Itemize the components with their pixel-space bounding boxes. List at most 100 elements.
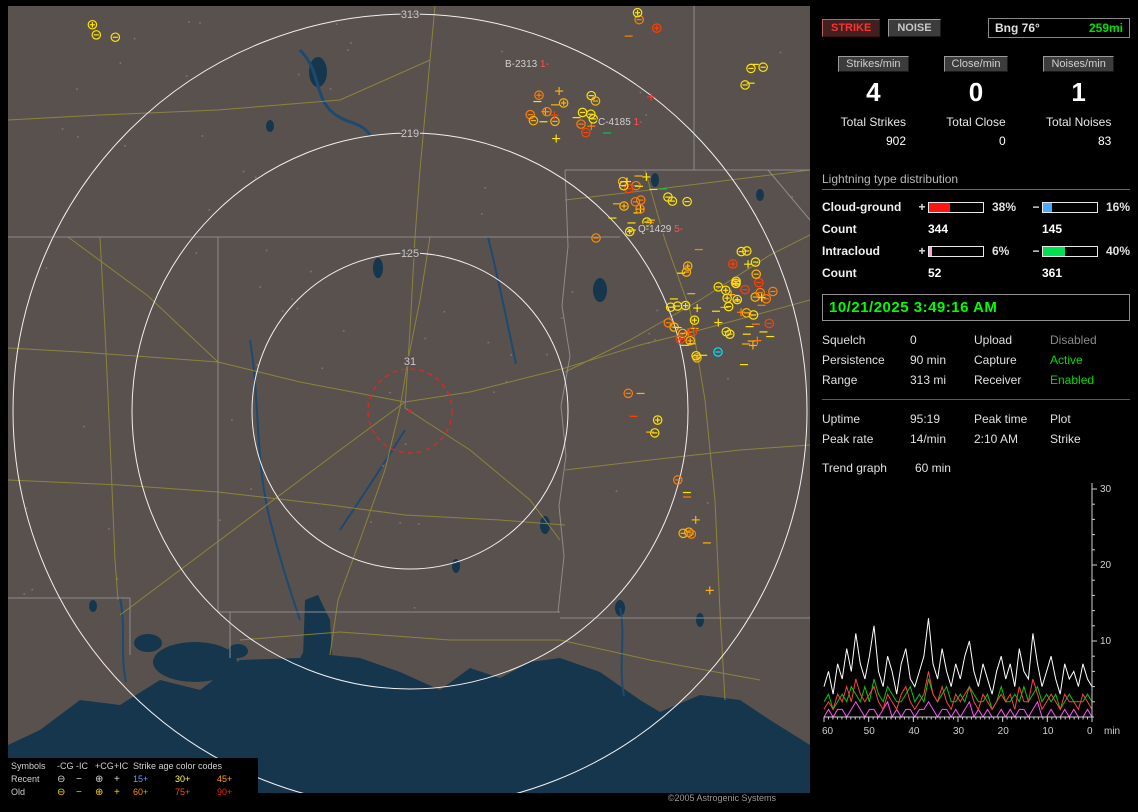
legend-age-value: 90+	[217, 787, 233, 797]
legend-symbol-glyph: ⊕	[95, 787, 104, 798]
svg-text:20: 20	[998, 726, 1010, 737]
svg-text:30: 30	[1100, 484, 1112, 495]
receiver-location-marker	[408, 409, 412, 413]
noise-toggle-button[interactable]: NOISE	[888, 19, 941, 37]
total-strikes-value: 902	[885, 134, 906, 148]
cg-plus-pct: 38%	[992, 200, 1017, 214]
legend-age-value: 75+	[175, 787, 191, 797]
storm-cell-label: C-4185 1-	[598, 117, 642, 128]
legend-age-value: 60+	[133, 787, 149, 797]
trend-graph-header: Trend graph 60 min	[822, 461, 1130, 475]
strike-legend: Symbols -CG -IC +CG +IC Strike age color code…	[8, 758, 258, 801]
distribution-table: Cloud-ground + 38% − 16% Count 344 145 I…	[822, 200, 1130, 280]
status-label: Peak time	[974, 412, 1028, 426]
status-grid: Uptime 95:19 Peak time Plot Peak rate 14…	[822, 409, 1130, 449]
status-label: Peak rate	[822, 432, 874, 446]
noises-per-min-column: Noises/min 1 Total Noises 83	[1027, 56, 1130, 148]
noises-per-min-value: 1	[1071, 77, 1086, 107]
noises-per-min-box[interactable]: Noises/min	[1043, 56, 1114, 72]
range-ring-label: 219	[401, 128, 419, 140]
legend-age-value: 45+	[217, 774, 233, 784]
cg-plus-count: 344	[928, 222, 949, 236]
trend-series-noise	[823, 700, 1093, 719]
rates-row: Strikes/min 4 Total Strikes 902 Close/mi…	[822, 56, 1130, 148]
legend-header: +CG	[95, 761, 114, 771]
ic-minus-bar	[1042, 245, 1098, 257]
distribution-title: Lightning type distribution	[822, 172, 1130, 190]
bearing-value: Bng 76°	[995, 21, 1040, 35]
copyright-text: ©2005 Astrogenic Systems	[659, 793, 784, 804]
legend-symbol-glyph: ⊕	[95, 774, 104, 785]
distance-value: 259mi	[1088, 21, 1123, 35]
legend-row-label: Old	[11, 787, 26, 797]
legend-symbol-glyph: ⊖	[57, 774, 66, 785]
status-panel: STRIKE NOISE Bng 76° 259mi Strikes/min 4…	[818, 6, 1132, 806]
legend-header: -IC	[76, 761, 88, 771]
legend-symbol-glyph: −	[76, 787, 82, 798]
map-area: 313 219 125 31 B-2313 1- C-4185 1- Q-1429 5- …	[8, 6, 810, 804]
trend-series-total-strikes	[823, 618, 1093, 695]
cg-minus-bar	[1042, 201, 1098, 213]
legend-age-header: Strike age color codes	[133, 761, 223, 771]
trend-series-intracloud	[823, 678, 1093, 711]
strikes-per-min-box[interactable]: Strikes/min	[838, 56, 909, 72]
minus-sign: −	[1032, 244, 1040, 258]
trend-graph-window: 60 min	[914, 461, 951, 475]
status-label: Plot	[1050, 412, 1071, 426]
settings-label: Squelch	[822, 333, 866, 347]
settings-label: Persistence	[822, 353, 885, 367]
count-label: Count	[822, 222, 857, 236]
map-canvas[interactable]: 313 219 125 31 B-2313 1- C-4185 1- Q-1429 5-	[8, 6, 810, 804]
settings-label: Range	[822, 373, 858, 387]
status-value: 14/min	[910, 432, 947, 446]
range-ring-label: 125	[401, 248, 419, 260]
legend-symbol-glyph: +	[114, 774, 120, 785]
trend-graph-label: Trend graph	[822, 461, 887, 475]
cloud-ground-label: Cloud-ground	[822, 200, 902, 214]
settings-value: 0	[910, 333, 917, 347]
status-value: 2:10 AM	[974, 432, 1019, 446]
settings-status: Disabled	[1050, 333, 1097, 347]
status-label: Uptime	[822, 412, 861, 426]
plus-sign: +	[918, 200, 926, 214]
legend-age-value: 15+	[133, 774, 149, 784]
settings-status: Enabled	[1050, 373, 1095, 387]
strike-toggle-button[interactable]: STRIKE	[822, 19, 881, 37]
svg-text:10: 10	[1042, 726, 1054, 737]
settings-label: Capture	[974, 353, 1017, 367]
ic-minus-count: 361	[1042, 266, 1063, 280]
close-per-min-column: Close/min 0 Total Close 0	[925, 56, 1028, 148]
total-close-value: 0	[998, 134, 1006, 148]
ic-minus-pct: 40%	[1106, 244, 1131, 258]
total-noises-label: Total Noises	[1045, 115, 1112, 129]
settings-value: 90 min	[910, 353, 947, 367]
cg-plus-bar	[928, 201, 984, 213]
close-per-min-value: 0	[968, 77, 984, 107]
status-value: Strike	[1050, 432, 1081, 446]
settings-value: 313 mi	[910, 373, 947, 387]
legend-symbol-glyph: ⊖	[57, 787, 66, 798]
cg-minus-pct: 16%	[1106, 200, 1131, 214]
status-value: 95:19	[910, 412, 941, 426]
intracloud-label: Intracloud	[822, 244, 881, 258]
datetime-display: 10/21/2025 3:49:16 AM	[822, 294, 1130, 321]
storm-cell-label: B-2313 1-	[505, 59, 549, 70]
legend-age-value: 30+	[175, 774, 191, 784]
plus-sign: +	[918, 244, 926, 258]
separator	[822, 399, 1130, 400]
svg-text:40: 40	[908, 726, 920, 737]
total-noises-value: 83	[1097, 134, 1112, 148]
legend-header: -CG	[57, 761, 74, 771]
range-ring-label: 313	[401, 9, 419, 21]
minus-sign: −	[1032, 200, 1040, 214]
total-strikes-label: Total Strikes	[840, 115, 906, 129]
legend-symbol-glyph: −	[76, 774, 82, 785]
strikes-per-min-value: 4	[866, 77, 881, 107]
total-close-label: Total Close	[946, 115, 1006, 129]
storm-cell-label: Q-1429 5-	[638, 224, 683, 235]
ic-plus-pct: 6%	[992, 244, 1010, 258]
strikes-per-min-column: Strikes/min 4 Total Strikes 902	[822, 56, 925, 148]
bearing-distance-readout: Bng 76° 259mi	[988, 18, 1130, 38]
close-per-min-box[interactable]: Close/min	[943, 56, 1009, 72]
app-screen: 313 219 125 31 B-2313 1- C-4185 1- Q-1429 5- …	[0, 0, 1138, 812]
